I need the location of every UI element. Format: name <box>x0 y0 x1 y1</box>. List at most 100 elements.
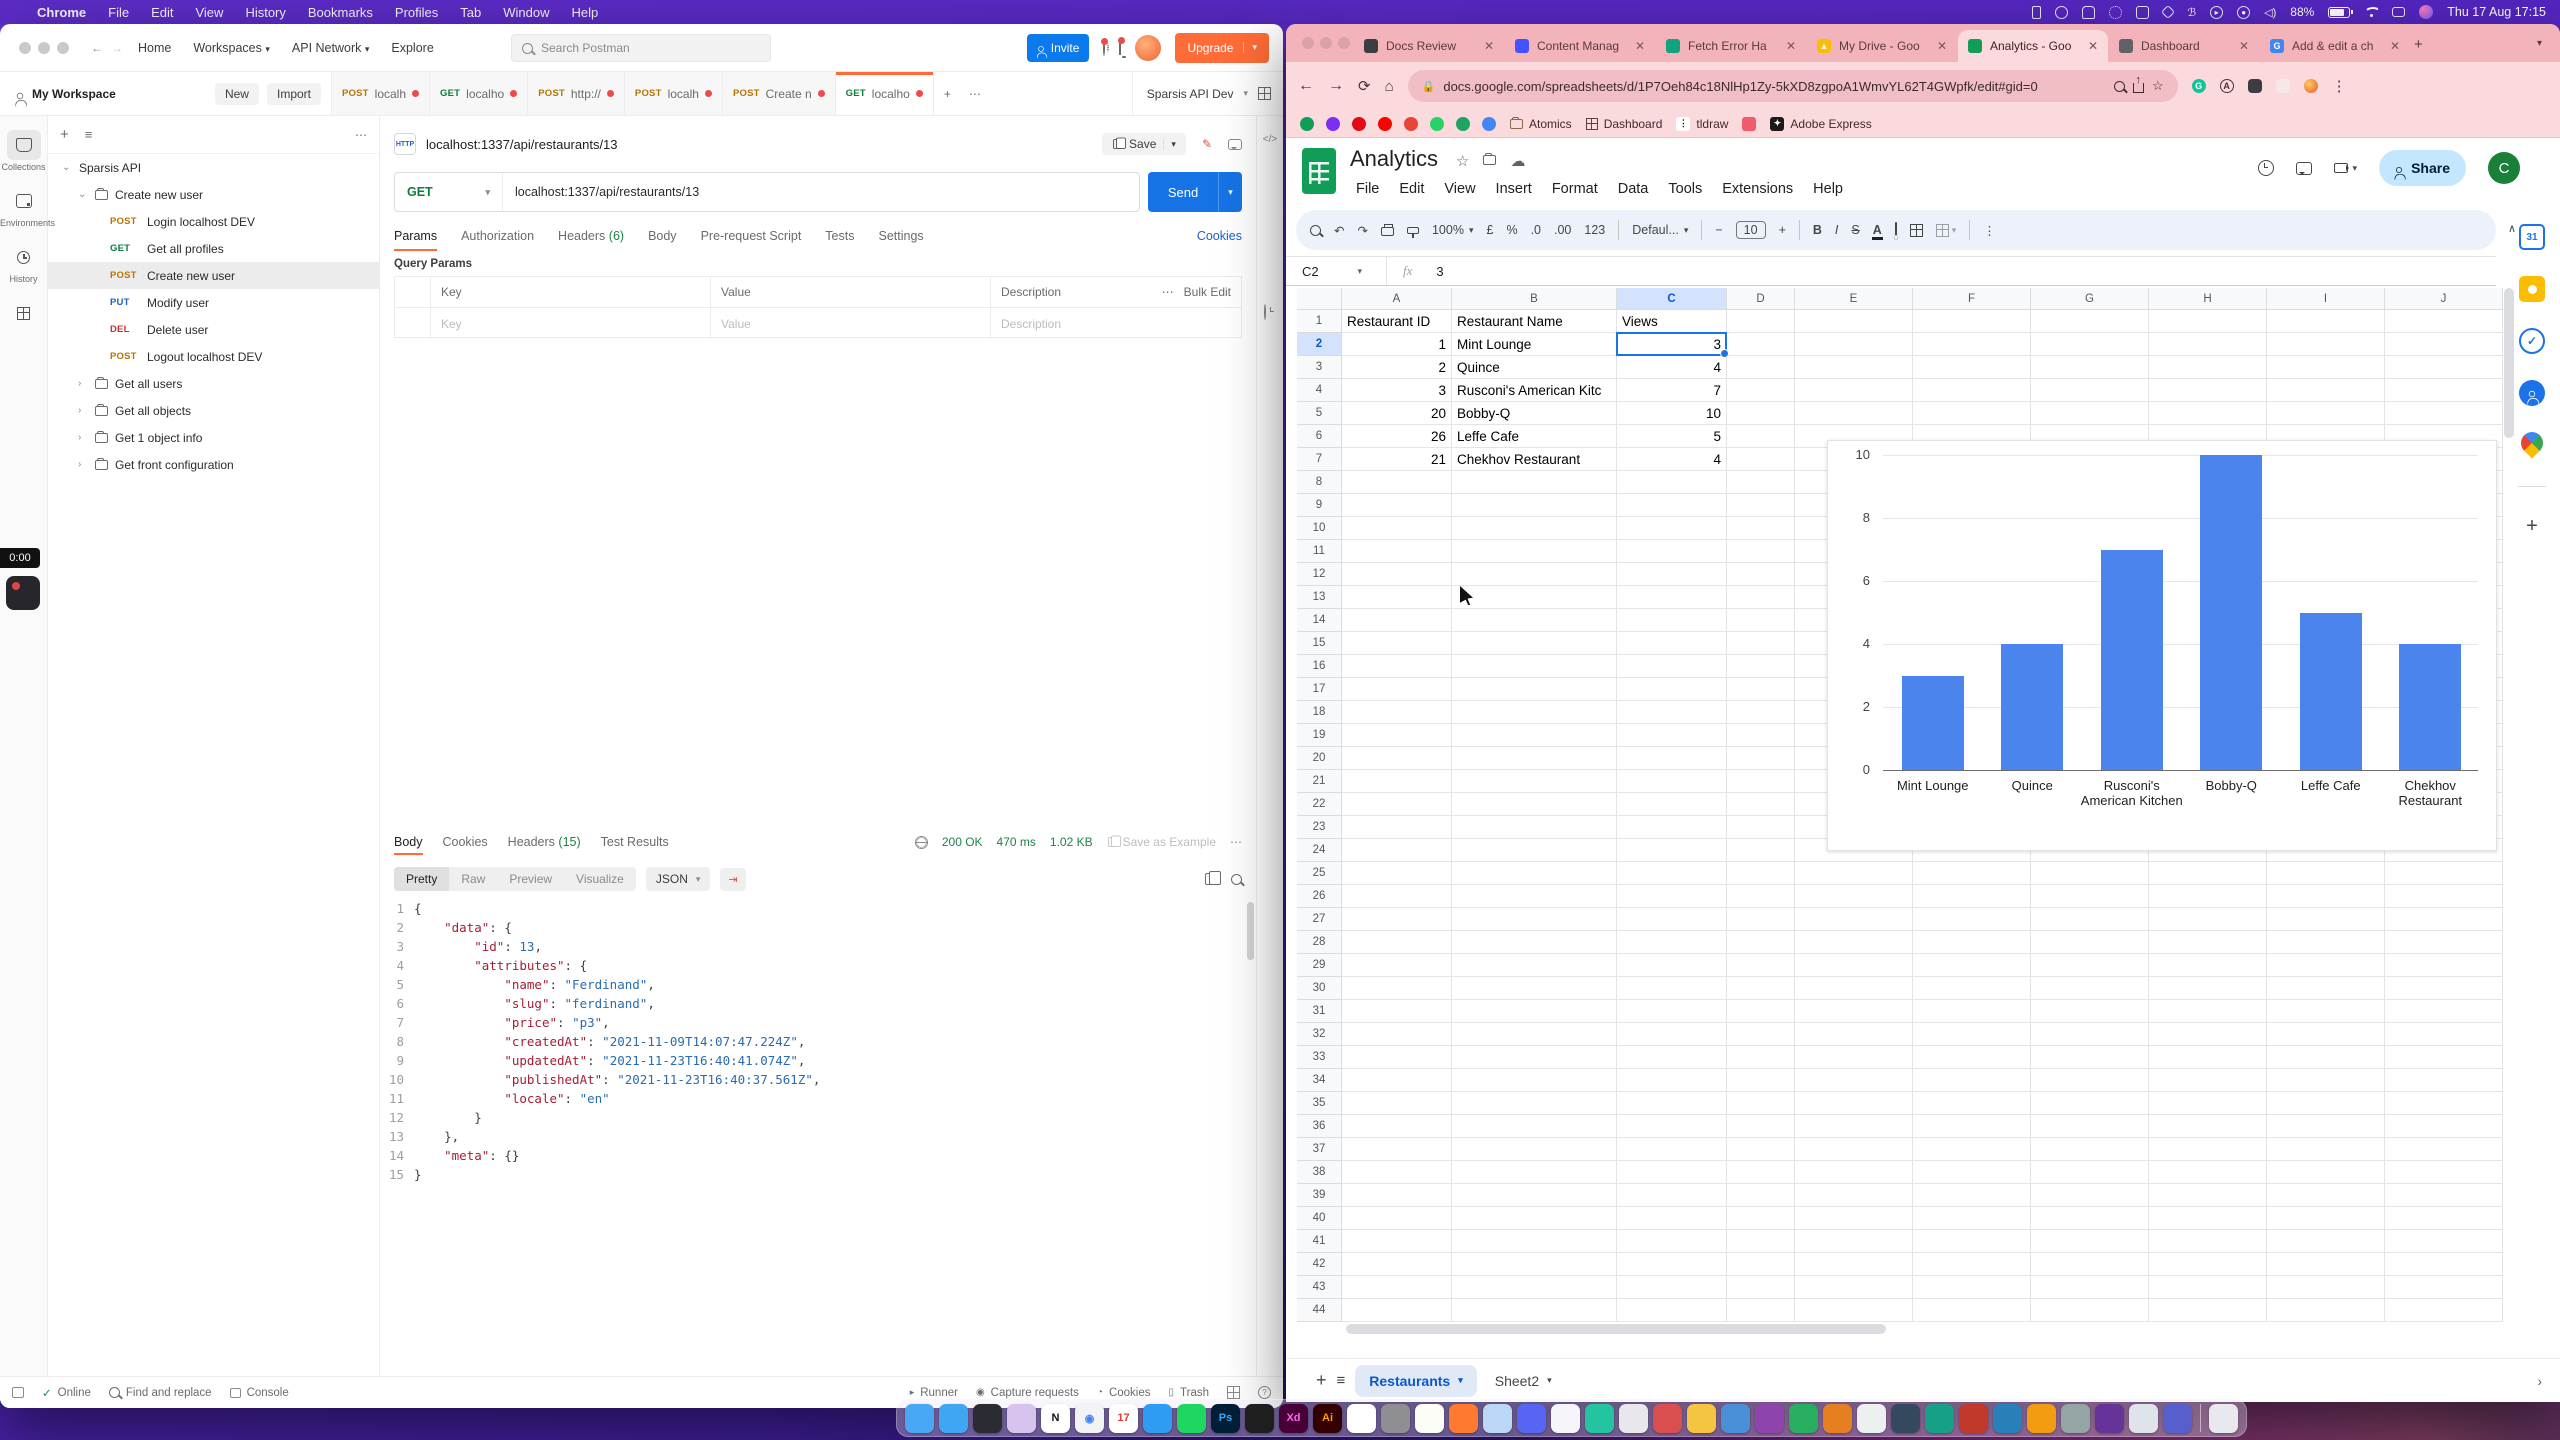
search-response-icon[interactable] <box>1231 874 1242 885</box>
cell-F3[interactable] <box>1913 356 2031 379</box>
spotify-dock-icon[interactable] <box>1177 1404 1206 1433</box>
cell-F4[interactable] <box>1913 379 2031 402</box>
cell-J30[interactable] <box>2385 977 2503 1000</box>
row-header-30[interactable]: 30 <box>1297 977 1342 1000</box>
cell-B1[interactable]: Restaurant Name <box>1452 310 1617 333</box>
cell-I28[interactable] <box>2267 931 2385 954</box>
cell-H36[interactable] <box>2149 1115 2267 1138</box>
extension-icon[interactable] <box>2248 79 2262 93</box>
cell-B13[interactable] <box>1452 586 1617 609</box>
browser-tab[interactable]: ▲My Drive - Goo✕ <box>1807 30 1957 62</box>
cell-I26[interactable] <box>2267 885 2385 908</box>
extension-icon[interactable] <box>2304 79 2318 93</box>
cell-A8[interactable] <box>1342 471 1452 494</box>
url-input[interactable]: localhost:1337/api/restaurants/13 <box>503 185 699 199</box>
request-item[interactable]: POSTLogout localhost DEV <box>48 343 379 370</box>
text-color-icon[interactable]: A <box>1873 223 1882 237</box>
cell-B14[interactable] <box>1452 609 1617 632</box>
cell-G33[interactable] <box>2031 1046 2149 1069</box>
browser-tab[interactable]: Content Manag✕ <box>1505 30 1655 62</box>
row-header-35[interactable]: 35 <box>1297 1092 1342 1115</box>
cell-G39[interactable] <box>2031 1184 2149 1207</box>
rail-environments[interactable]: Environments <box>0 186 47 228</box>
cell-A3[interactable]: 2 <box>1342 356 1452 379</box>
console-button[interactable]: Console <box>230 1387 289 1399</box>
row-header-10[interactable]: 10 <box>1297 517 1342 540</box>
cell-E4[interactable] <box>1795 379 1913 402</box>
find-replace-button[interactable]: Find and replace <box>109 1387 212 1399</box>
menu-help[interactable]: Help <box>1805 178 1851 200</box>
fork-edit-icon[interactable]: ✎ <box>1202 137 1212 151</box>
cell-A15[interactable] <box>1342 632 1452 655</box>
cell-C34[interactable] <box>1617 1069 1727 1092</box>
cell-C12[interactable] <box>1617 563 1727 586</box>
row-header-19[interactable]: 19 <box>1297 724 1342 747</box>
cell-H39[interactable] <box>2149 1184 2267 1207</box>
cell-J38[interactable] <box>2385 1161 2503 1184</box>
add-addon-icon[interactable]: + <box>2519 513 2545 539</box>
cell-B39[interactable] <box>1452 1184 1617 1207</box>
browser-tab[interactable]: Analytics - Goo✕ <box>1958 30 2108 62</box>
cell-I3[interactable] <box>2267 356 2385 379</box>
cell-C38[interactable] <box>1617 1161 1727 1184</box>
xd-dock-icon[interactable]: Xd <box>1279 1404 1308 1433</box>
cell-H34[interactable] <box>2149 1069 2267 1092</box>
cell-G1[interactable] <box>2031 310 2149 333</box>
cell-I42[interactable] <box>2267 1253 2385 1276</box>
cell-H43[interactable] <box>2149 1276 2267 1299</box>
move-folder-icon[interactable] <box>1483 155 1496 165</box>
workspace-name[interactable]: My Workspace <box>32 87 116 101</box>
browser-tab[interactable]: Dashboard✕ <box>2109 30 2259 62</box>
tab-close-icon[interactable]: ✕ <box>1937 39 1947 53</box>
cell-F44[interactable] <box>1913 1299 2031 1322</box>
cell-J42[interactable] <box>2385 1253 2503 1276</box>
row-header-23[interactable]: 23 <box>1297 816 1342 839</box>
row-header-16[interactable]: 16 <box>1297 655 1342 678</box>
cell-E40[interactable] <box>1795 1207 1913 1230</box>
cell-E27[interactable] <box>1795 908 1913 931</box>
sheet-tab-sheet2[interactable]: Sheet2▾ <box>1481 1365 1566 1397</box>
fill-color-icon[interactable] <box>1895 223 1897 237</box>
row-header-9[interactable]: 9 <box>1297 494 1342 517</box>
row-header-2[interactable]: 2 <box>1297 333 1342 356</box>
cell-D4[interactable] <box>1727 379 1795 402</box>
cell-C1[interactable]: Views <box>1617 310 1727 333</box>
wifi-icon[interactable] <box>2364 7 2378 18</box>
code-snippet-icon[interactable]: </> <box>1262 134 1278 145</box>
cell-F32[interactable] <box>1913 1023 2031 1046</box>
cell-E38[interactable] <box>1795 1161 1913 1184</box>
zoom-icon[interactable] <box>2114 81 2125 92</box>
row-header-17[interactable]: 17 <box>1297 678 1342 701</box>
row-header-18[interactable]: 18 <box>1297 701 1342 724</box>
cell-J36[interactable] <box>2385 1115 2503 1138</box>
cell-C23[interactable] <box>1617 816 1727 839</box>
cell-E36[interactable] <box>1795 1115 1913 1138</box>
response-tab-headers[interactable]: Headers (15) <box>508 835 581 849</box>
bulk-edit-button[interactable]: Bulk Edit <box>1184 285 1231 299</box>
bookmark-dashboard[interactable]: Dashboard <box>1586 117 1663 131</box>
cell-B16[interactable] <box>1452 655 1617 678</box>
column-header-J[interactable]: J <box>2385 288 2503 310</box>
cell-G41[interactable] <box>2031 1230 2149 1253</box>
trash-dock-icon[interactable] <box>2209 1404 2238 1433</box>
cell-J43[interactable] <box>2385 1276 2503 1299</box>
reload-icon[interactable]: ⟳ <box>1358 77 1371 95</box>
cell-A13[interactable] <box>1342 586 1452 609</box>
rail-history[interactable]: History <box>0 242 47 284</box>
cell-C20[interactable] <box>1617 747 1727 770</box>
menu-chrome[interactable]: Chrome <box>37 5 86 20</box>
star-icon[interactable]: ☆ <box>1456 152 1469 170</box>
merge-cells-icon[interactable]: ▾ <box>1936 224 1957 237</box>
notifications-bell-icon[interactable] <box>1119 41 1121 55</box>
column-header-H[interactable]: H <box>2149 288 2267 310</box>
row-header-11[interactable]: 11 <box>1297 540 1342 563</box>
upgrade-button[interactable]: Upgrade▾ <box>1175 33 1269 63</box>
cell-E26[interactable] <box>1795 885 1913 908</box>
response-tab-test[interactable]: Test Results <box>601 835 669 849</box>
dock-icon[interactable] <box>1449 1404 1478 1433</box>
cell-G40[interactable] <box>2031 1207 2149 1230</box>
request-tab-settings[interactable]: Settings <box>878 229 923 243</box>
cell-J4[interactable] <box>2385 379 2503 402</box>
cell-F42[interactable] <box>1913 1253 2031 1276</box>
dock-icon[interactable] <box>1381 1404 1410 1433</box>
